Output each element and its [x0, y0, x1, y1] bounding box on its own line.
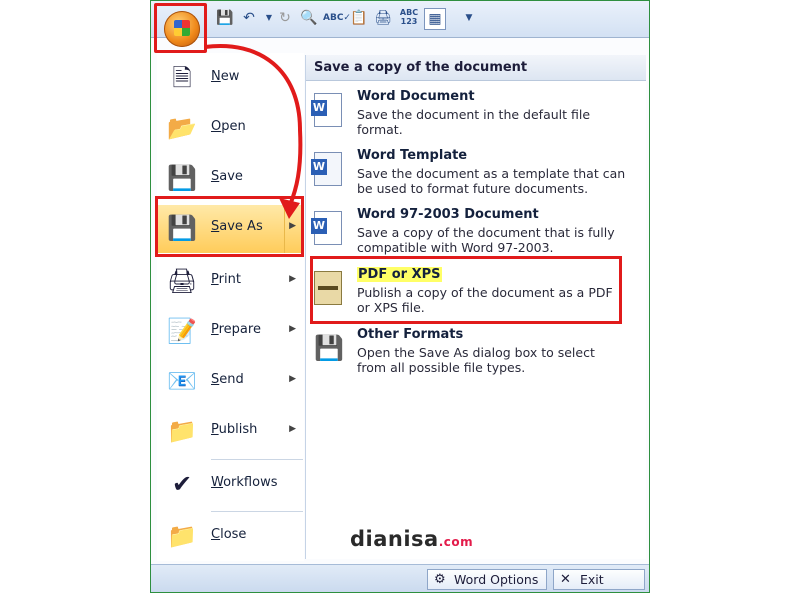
close-folder-icon: 📁 [167, 522, 197, 550]
quick-access-toolbar: 💾 ↶ ▼ ↻ 🔍 ABC✓ 📋 🖨 ABC 123 ▦ ▼ [151, 1, 649, 38]
option-description: Open the Save As dialog box to select fr… [357, 345, 595, 375]
watermark-text: dianisa [350, 527, 439, 551]
menu-item-label: Publish [211, 422, 258, 437]
word-options-label: Word Options [454, 572, 539, 587]
menu-item-new[interactable]: 🗎 New [157, 55, 304, 103]
menu-item-send[interactable]: 📧 Send ▶ [157, 358, 304, 406]
workflows-icon: ✔ [171, 470, 193, 498]
menu-item-label: Close [211, 527, 247, 542]
word-options-button[interactable]: ⚙ Word Options [427, 569, 547, 590]
exit-word-label: Exit Word [580, 572, 604, 587]
option-title: Other Formats [357, 327, 464, 342]
submenu-arrow-icon: ▶ [289, 324, 296, 334]
close-icon: ✕ [560, 572, 571, 587]
word-count-icon[interactable]: ABC 123 [399, 8, 419, 28]
new-document-icon: 🗎 [172, 64, 192, 92]
option-title: Word Template [357, 148, 468, 163]
menu-item-open[interactable]: 📂 Open [157, 105, 304, 153]
menu-item-workflows[interactable]: ✔ Workflows [157, 461, 304, 509]
prepare-icon: 📝 [167, 317, 197, 345]
menu-item-label: Workflows [211, 475, 278, 490]
menu-item-label: Open [211, 119, 246, 134]
options-icon: ⚙ [434, 572, 446, 587]
word-template-icon [311, 152, 346, 188]
option-word-template[interactable]: Word Template Save the document as a tem… [306, 148, 644, 204]
option-description: Save the document in the default file fo… [357, 107, 591, 137]
customize-toolbar-icon[interactable]: ▼ [459, 8, 479, 28]
submenu-arrow-icon: ▶ [289, 274, 296, 284]
watermark-suffix: .com [438, 535, 474, 549]
table-icon[interactable]: ▦ [424, 8, 446, 30]
office-button-highlight [154, 3, 207, 53]
menu-item-close[interactable]: 📁 Close [157, 513, 304, 561]
menu-item-print[interactable]: 🖨 Print ▶ [157, 258, 304, 306]
office-menu: 🗎 New 📂 Open 💾 Save 💾 Save As ▶ 🖨 Print … [157, 53, 304, 561]
option-other-formats[interactable]: 💾 Other Formats Open the Save As dialog … [306, 327, 644, 383]
redo-icon[interactable]: ↻ [275, 8, 295, 28]
word-97-2003-icon [311, 211, 346, 247]
spelling-icon[interactable]: ABC✓ [323, 8, 351, 28]
open-folder-icon: 📂 [167, 114, 197, 142]
option-description: Save a copy of the document that is full… [357, 225, 615, 255]
menu-item-label: Prepare [211, 322, 261, 337]
menu-item-prepare[interactable]: 📝 Prepare ▶ [157, 308, 304, 356]
option-word-97-2003[interactable]: Word 97-2003 Document Save a copy of the… [306, 207, 644, 263]
office-logo-icon [174, 20, 190, 36]
exit-word-button[interactable]: ✕ Exit Word [553, 569, 645, 590]
menu-item-label: Print [211, 272, 241, 287]
menu-item-label: Save [211, 169, 243, 184]
submenu-header: Save a copy of the document [306, 55, 646, 81]
option-title: Word Document [357, 89, 475, 104]
submenu-arrow-icon: ▶ [289, 374, 296, 384]
office-menu-footer: ⚙ Word Options ✕ Exit Word [151, 564, 649, 592]
menu-item-publish[interactable]: 📁 Publish ▶ [157, 408, 304, 456]
menu-item-label: Send [211, 372, 244, 387]
office-button[interactable] [164, 11, 200, 47]
save-icon[interactable]: 💾 [215, 8, 235, 28]
submenu-arrow-icon: ▶ [289, 424, 296, 434]
undo-icon[interactable]: ↶ [239, 8, 259, 28]
save-as-highlight [155, 196, 304, 257]
save-icon: 💾 [167, 164, 197, 192]
menu-separator [211, 459, 303, 460]
copy-icon[interactable]: 📋 [349, 8, 369, 28]
send-mail-icon: 📧 [167, 367, 197, 395]
option-title: Word 97-2003 Document [357, 207, 539, 222]
other-formats-icon: 💾 [314, 334, 344, 362]
print-icon[interactable]: 🖨 [373, 8, 393, 28]
menu-separator [211, 511, 303, 512]
option-word-document[interactable]: Word Document Save the document in the d… [306, 89, 644, 145]
word-document-icon [311, 93, 346, 129]
menu-item-label: New [211, 69, 240, 84]
option-description: Save the document as a template that can… [357, 166, 626, 196]
pdf-xps-highlight [310, 256, 622, 324]
print-icon: 🖨 [166, 267, 198, 295]
publish-folder-icon: 📁 [167, 417, 197, 445]
watermark-logo: dianisa.com [350, 527, 473, 551]
print-preview-icon[interactable]: 🔍 [299, 8, 319, 28]
